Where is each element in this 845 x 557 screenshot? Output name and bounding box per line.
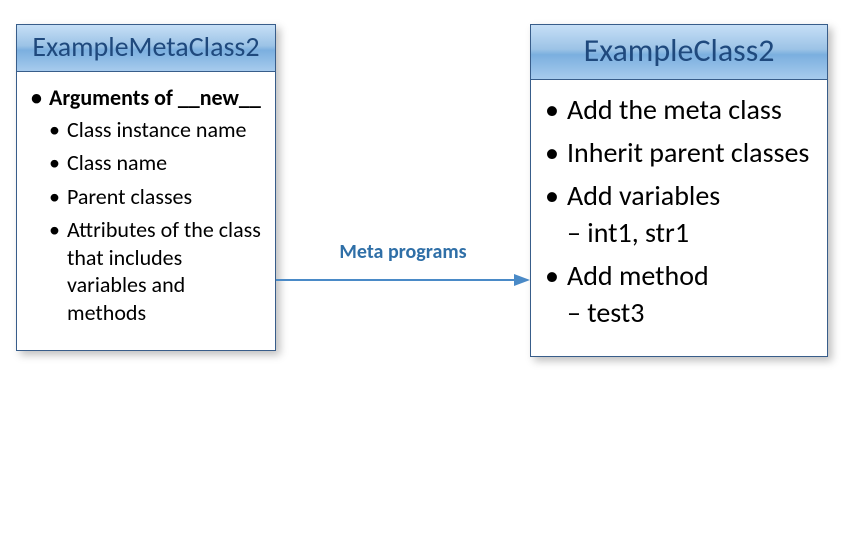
class-card: ExampleClass2 Add the meta class Inherit… bbox=[530, 24, 828, 357]
metaclass-arg-item: Parent classes bbox=[49, 183, 261, 211]
metaclass-arg-item: Class name bbox=[49, 149, 261, 177]
arrow-icon bbox=[276, 270, 530, 290]
class-item-label: Add the meta class bbox=[567, 92, 782, 127]
class-card-body: Add the meta class Inherit parent classe… bbox=[531, 80, 827, 356]
class-item-label: Add variables bbox=[567, 178, 720, 213]
metaclass-card-body: Arguments of __new__ Class instance name… bbox=[17, 72, 275, 350]
class-card-title: ExampleClass2 bbox=[531, 25, 827, 80]
class-item: Add the meta class bbox=[545, 92, 813, 127]
metaclass-heading-item: Arguments of __new__ Class instance name… bbox=[31, 84, 261, 326]
class-item-sub: test3 bbox=[567, 295, 813, 330]
arrow-label: Meta programs bbox=[276, 240, 530, 264]
class-item: Add variables int1, str1 bbox=[545, 178, 813, 250]
metaclass-heading-text: Arguments of __new__ bbox=[49, 84, 261, 111]
meta-programs-arrow bbox=[276, 270, 530, 290]
class-item-sub: int1, str1 bbox=[567, 215, 813, 250]
class-item-label: Add method bbox=[567, 258, 709, 293]
diagram-stage: ExampleMetaClass2 Arguments of __new__ C… bbox=[0, 0, 845, 557]
class-item: Add method test3 bbox=[545, 258, 813, 330]
metaclass-card: ExampleMetaClass2 Arguments of __new__ C… bbox=[16, 24, 276, 351]
metaclass-arg-item: Class instance name bbox=[49, 116, 261, 144]
class-item-label: Inherit parent classes bbox=[567, 135, 809, 170]
metaclass-arg-item: Attributes of the class that includes va… bbox=[49, 216, 261, 326]
metaclass-card-title: ExampleMetaClass2 bbox=[17, 25, 275, 72]
class-item: Inherit parent classes bbox=[545, 135, 813, 170]
